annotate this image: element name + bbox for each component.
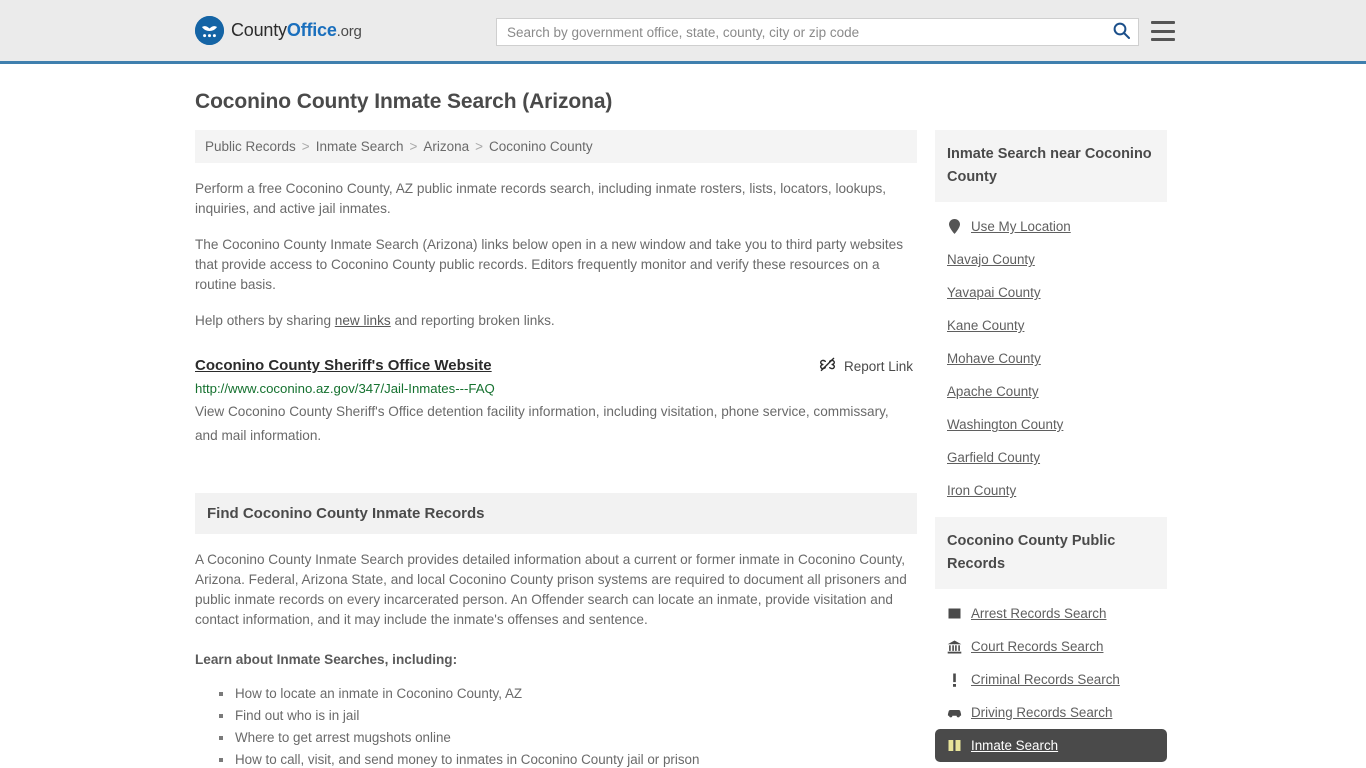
square-icon	[947, 606, 962, 621]
sidebar-link-arrest-records-search[interactable]: Arrest Records Search	[971, 606, 1106, 621]
sidebar-link-navajo-county[interactable]: Navajo County	[947, 252, 1035, 267]
section-lead-in: Learn about Inmate Searches, including:	[195, 652, 458, 667]
public-records-panel: Coconino County Public Records Arrest Re…	[935, 517, 1167, 762]
breadcrumb: Public Records > Inmate Search > Arizona…	[195, 130, 917, 163]
sidebar-link-criminal-records-search[interactable]: Criminal Records Search	[971, 672, 1120, 687]
car-icon	[947, 705, 962, 720]
public-records-panel-heading: Coconino County Public Records	[935, 517, 1167, 589]
breadcrumb-item-coconino-county[interactable]: Coconino County	[489, 139, 593, 154]
hamburger-bar	[1151, 38, 1175, 41]
public-records-list: Arrest Records Search Court Records Sear…	[935, 589, 1167, 762]
page-body: Coconino County Inmate Search (Arizona) …	[0, 90, 1366, 768]
report-link-button[interactable]: Report Link	[819, 357, 917, 375]
brand-part-org: .org	[336, 23, 362, 40]
county-office-eagle-icon	[195, 16, 224, 45]
list-item: Where to get arrest mugshots online	[219, 727, 917, 749]
nearby-inmate-search-panel: Inmate Search near Coconino County Use M…	[935, 130, 1167, 507]
sidebar-item-kane-county[interactable]: Kane County	[935, 309, 1167, 342]
sidebar-item-court-records-search[interactable]: Court Records Search	[935, 630, 1167, 663]
list-item: Find out who is in jail	[219, 705, 917, 727]
sidebar-item-mohave-county[interactable]: Mohave County	[935, 342, 1167, 375]
section-heading: Find Coconino County Inmate Records	[195, 493, 917, 534]
sidebar-item-apache-county[interactable]: Apache County	[935, 375, 1167, 408]
sidebar-item-arrest-records-search[interactable]: Arrest Records Search	[935, 597, 1167, 630]
search-input[interactable]	[497, 19, 1104, 45]
section-body-text: A Coconino County Inmate Search provides…	[195, 552, 907, 627]
site-logo-text: CountyOffice.org	[231, 20, 362, 41]
sidebar-link-driving-records-search[interactable]: Driving Records Search	[971, 705, 1112, 720]
sidebar-link-inmate-search[interactable]: Inmate Search	[971, 738, 1058, 753]
list-item: How to call, visit, and send money to in…	[219, 749, 917, 768]
sidebar-link-mohave-county[interactable]: Mohave County	[947, 351, 1041, 366]
search-icon	[1113, 22, 1130, 42]
page-title: Coconino County Inmate Search (Arizona)	[195, 90, 613, 113]
sidebar: Inmate Search near Coconino County Use M…	[935, 130, 1167, 768]
sidebar-item-criminal-records-search[interactable]: Criminal Records Search	[935, 663, 1167, 696]
inmate-icon	[947, 738, 962, 753]
sidebar-item-navajo-county[interactable]: Navajo County	[935, 243, 1167, 276]
sidebar-link-washington-county[interactable]: Washington County	[947, 417, 1063, 432]
sidebar-link-iron-county[interactable]: Iron County	[947, 483, 1016, 498]
broken-link-icon	[819, 357, 836, 375]
sidebar-link-garfield-county[interactable]: Garfield County	[947, 450, 1040, 465]
hamburger-bar	[1151, 21, 1175, 24]
result-description: View Coconino County Sheriff's Office de…	[195, 404, 889, 443]
list-item: How to locate an inmate in Coconino Coun…	[219, 683, 917, 705]
map-pin-icon	[947, 219, 962, 234]
site-logo[interactable]: CountyOffice.org	[195, 16, 362, 45]
sidebar-item-driving-records-search[interactable]: Driving Records Search	[935, 696, 1167, 729]
brand-part-office: Office	[286, 20, 337, 40]
breadcrumb-separator: >	[301, 139, 310, 154]
breadcrumb-item-arizona[interactable]: Arizona	[423, 139, 469, 154]
sidebar-link-court-records-search[interactable]: Court Records Search	[971, 639, 1103, 654]
sidebar-link-kane-county[interactable]: Kane County	[947, 318, 1024, 333]
new-links-link[interactable]: new links	[335, 313, 391, 328]
brand-part-county: County	[231, 20, 287, 40]
breadcrumb-separator: >	[475, 139, 484, 154]
share-text-before: Help others by sharing	[195, 313, 335, 328]
sidebar-link-use-my-location[interactable]: Use My Location	[971, 219, 1071, 234]
sidebar-link-apache-county[interactable]: Apache County	[947, 384, 1039, 399]
courthouse-icon	[947, 639, 962, 654]
intro-paragraph-1: Perform a free Coconino County, AZ publi…	[195, 181, 887, 216]
search-result-header: Coconino County Sheriff's Office Website	[195, 357, 917, 375]
result-url: http://www.coconino.az.gov/347/Jail-Inma…	[195, 381, 495, 396]
sidebar-item-garfield-county[interactable]: Garfield County	[935, 441, 1167, 474]
breadcrumb-item-inmate-search[interactable]: Inmate Search	[316, 139, 404, 154]
sidebar-item-washington-county[interactable]: Washington County	[935, 408, 1167, 441]
sidebar-link-yavapai-county[interactable]: Yavapai County	[947, 285, 1041, 300]
nearby-panel-heading: Inmate Search near Coconino County	[935, 130, 1167, 202]
sidebar-item-use-my-location[interactable]: Use My Location	[935, 210, 1167, 243]
search-result: Coconino County Sheriff's Office Website	[195, 357, 917, 448]
breadcrumb-item-public-records[interactable]: Public Records	[205, 139, 296, 154]
hamburger-bar	[1151, 29, 1175, 33]
exclamation-icon	[947, 672, 962, 687]
search-button[interactable]	[1104, 19, 1138, 45]
main-content: Public Records > Inmate Search > Arizona…	[195, 130, 917, 768]
site-header: CountyOffice.org	[0, 0, 1366, 64]
sidebar-item-iron-county[interactable]: Iron County	[935, 474, 1167, 507]
search-bar[interactable]	[496, 18, 1139, 46]
nearby-panel-list: Use My Location Navajo County Yavapai Co…	[935, 202, 1167, 507]
report-link-label: Report Link	[843, 358, 913, 374]
intro-paragraph-2: The Coconino County Inmate Search (Arizo…	[195, 237, 904, 292]
intro-paragraph-3: Help others by sharing new links and rep…	[195, 311, 911, 331]
breadcrumb-separator: >	[409, 139, 418, 154]
hamburger-menu-icon[interactable]	[1151, 21, 1175, 41]
content-columns: Public Records > Inmate Search > Arizona…	[195, 130, 1366, 768]
inmate-search-topics-list: How to locate an inmate in Coconino Coun…	[219, 683, 917, 768]
sidebar-item-yavapai-county[interactable]: Yavapai County	[935, 276, 1167, 309]
sidebar-item-inmate-search[interactable]: Inmate Search	[935, 729, 1167, 762]
share-text-after: and reporting broken links.	[390, 313, 555, 328]
result-title-link[interactable]: Coconino County Sheriff's Office Website	[195, 357, 492, 374]
